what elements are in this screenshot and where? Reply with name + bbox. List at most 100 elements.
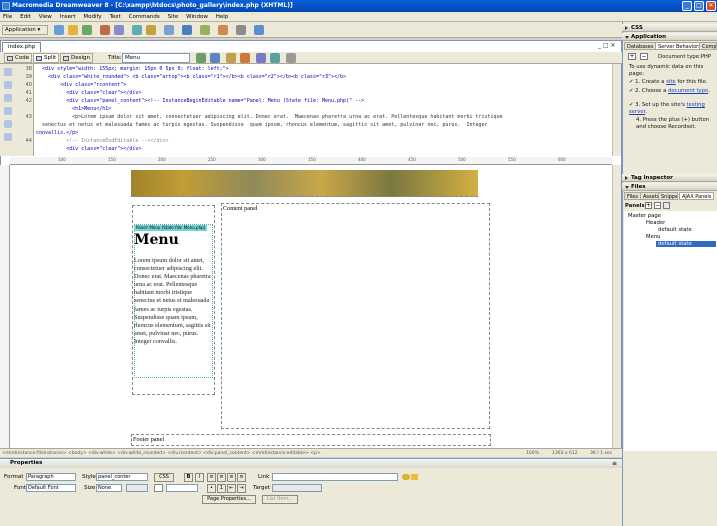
preview-browser-icon[interactable] bbox=[210, 53, 220, 63]
editable-region-label[interactable]: Panel: Menu (State file: Menu.php) bbox=[134, 225, 208, 231]
insert-record-icon[interactable] bbox=[182, 25, 192, 35]
tree-item-header[interactable]: Header bbox=[646, 220, 665, 226]
line-numbers-icon[interactable] bbox=[4, 120, 12, 128]
recordset-icon[interactable] bbox=[54, 25, 64, 35]
tab-files[interactable]: Files bbox=[624, 192, 641, 200]
css-panel-header[interactable]: CSS bbox=[622, 24, 717, 32]
properties-menu-icon[interactable]: ≡ bbox=[612, 460, 617, 467]
split-view-button[interactable]: Split bbox=[33, 53, 60, 63]
xslt-icon[interactable] bbox=[254, 25, 264, 35]
document-tab[interactable]: index.php bbox=[2, 42, 42, 52]
tab-databases[interactable]: Databases bbox=[624, 42, 657, 50]
menu-text[interactable]: Text bbox=[107, 12, 124, 22]
remove-panel-button[interactable]: − bbox=[654, 202, 661, 209]
delete-record-icon[interactable] bbox=[218, 25, 228, 35]
indent-icon[interactable]: ⇥ bbox=[237, 484, 246, 493]
document-window-controls[interactable]: _ □ ✕ bbox=[598, 42, 622, 51]
font-select[interactable]: Default Font bbox=[26, 484, 76, 492]
italic-button[interactable]: I bbox=[195, 473, 204, 482]
site-link[interactable]: site bbox=[666, 79, 676, 85]
go-to-detail-icon[interactable] bbox=[132, 25, 142, 35]
maximize-button[interactable]: □ bbox=[694, 1, 704, 11]
master-detail-icon[interactable] bbox=[164, 25, 174, 35]
code-view[interactable]: <div style="width: 155px; margin: 15px 0… bbox=[34, 64, 612, 156]
page-title-input[interactable]: Menu bbox=[122, 53, 190, 63]
point-to-file-icon[interactable] bbox=[402, 474, 410, 480]
text-color-swatch[interactable] bbox=[154, 484, 163, 492]
repeat-region-icon[interactable] bbox=[82, 25, 92, 35]
expand-all-icon[interactable] bbox=[4, 94, 12, 102]
size-select[interactable]: None bbox=[96, 484, 122, 492]
page-properties-button[interactable]: Page Properties... bbox=[202, 495, 256, 504]
code-view-button[interactable]: Code bbox=[4, 53, 33, 63]
tab-ajax-panels[interactable]: AJAX Panels bbox=[679, 192, 715, 200]
browse-folder-icon[interactable] bbox=[411, 474, 418, 480]
css-button[interactable]: CSS bbox=[154, 473, 174, 482]
list-item-button[interactable]: List Item... bbox=[262, 495, 298, 504]
open-documents-icon[interactable] bbox=[4, 68, 12, 76]
file-management-icon[interactable] bbox=[196, 53, 206, 63]
menu-help[interactable]: Help bbox=[213, 12, 232, 22]
unordered-list-icon[interactable]: • bbox=[207, 484, 216, 493]
code-scrollbar[interactable] bbox=[612, 64, 621, 156]
align-right-icon[interactable]: ≡ bbox=[227, 473, 236, 482]
target-select[interactable] bbox=[272, 484, 322, 492]
add-behavior-button[interactable]: + bbox=[628, 53, 636, 60]
check-browser-icon[interactable] bbox=[286, 53, 296, 63]
tree-item-menu[interactable]: Menu bbox=[646, 234, 661, 240]
design-scrollbar[interactable] bbox=[612, 165, 621, 448]
insert-category-dropdown[interactable]: Application ▾ bbox=[2, 25, 48, 35]
remove-behavior-button[interactable]: − bbox=[640, 53, 648, 60]
validate-markup-icon[interactable] bbox=[270, 53, 280, 63]
tab-snippets[interactable]: Snippets bbox=[658, 192, 678, 200]
display-record-count-icon[interactable] bbox=[146, 25, 156, 35]
add-panel-button[interactable]: + bbox=[645, 202, 652, 209]
refresh-icon[interactable] bbox=[226, 53, 236, 63]
edit-panel-icon[interactable] bbox=[663, 202, 670, 209]
menu-insert[interactable]: Insert bbox=[57, 12, 79, 22]
link-input[interactable] bbox=[272, 473, 398, 481]
close-button[interactable]: ✕ bbox=[706, 1, 716, 11]
document-type-link[interactable]: document type bbox=[668, 88, 708, 94]
files-panel-header[interactable]: Files bbox=[622, 183, 717, 191]
align-left-icon[interactable]: ≡ bbox=[207, 473, 216, 482]
tab-server-behaviors[interactable]: Server Behaviors bbox=[655, 42, 704, 50]
show-region-icon[interactable] bbox=[100, 25, 110, 35]
tag-selector[interactable]: <mmtinstance:fileinstance> <body> <div.w… bbox=[2, 449, 442, 458]
align-center-icon[interactable]: ≡ bbox=[217, 473, 226, 482]
tree-item-menu-default-state[interactable]: default state bbox=[656, 241, 716, 247]
menu-modify[interactable]: Modify bbox=[80, 12, 104, 22]
text-color-input[interactable] bbox=[166, 484, 198, 492]
view-options-icon[interactable] bbox=[240, 53, 250, 63]
window-size[interactable]: 1363 x 612 bbox=[552, 449, 578, 458]
visual-aids-icon[interactable] bbox=[256, 53, 266, 63]
apply-comment-icon[interactable] bbox=[4, 133, 12, 141]
select-parent-tag-icon[interactable] bbox=[4, 107, 12, 115]
menu-file[interactable]: File bbox=[0, 12, 15, 22]
bold-button[interactable]: B bbox=[184, 473, 193, 482]
menu-commands[interactable]: Commands bbox=[126, 12, 163, 22]
design-view-button[interactable]: Design bbox=[60, 53, 93, 63]
tree-item-header-default-state[interactable]: default state bbox=[658, 227, 692, 233]
minimize-button[interactable]: _ bbox=[682, 1, 692, 11]
zoom-level[interactable]: 100% bbox=[526, 449, 539, 458]
user-authentication-icon[interactable] bbox=[236, 25, 246, 35]
tag-inspector-header[interactable]: Tag Inspector bbox=[622, 174, 717, 182]
ordered-list-icon[interactable]: 1 bbox=[217, 484, 226, 493]
format-select[interactable]: Paragraph bbox=[26, 473, 76, 481]
menu-view[interactable]: View bbox=[36, 12, 55, 22]
update-record-icon[interactable] bbox=[200, 25, 210, 35]
tree-item-master-page[interactable]: Master page bbox=[628, 213, 661, 219]
tab-components[interactable]: Comp bbox=[699, 42, 717, 50]
outdent-icon[interactable]: ⇤ bbox=[227, 484, 236, 493]
dynamic-data-icon[interactable] bbox=[68, 25, 78, 35]
recordset-paging-icon[interactable] bbox=[114, 25, 124, 35]
menu-window[interactable]: Window bbox=[183, 12, 211, 22]
menu-edit[interactable]: Edit bbox=[17, 12, 34, 22]
menu-site[interactable]: Site bbox=[165, 12, 182, 22]
justify-icon[interactable]: ≡ bbox=[237, 473, 246, 482]
application-panel-header[interactable]: Application bbox=[622, 33, 717, 41]
footer-panel[interactable] bbox=[131, 434, 491, 446]
collapse-tag-icon[interactable] bbox=[4, 81, 12, 89]
content-panel[interactable] bbox=[221, 203, 490, 429]
